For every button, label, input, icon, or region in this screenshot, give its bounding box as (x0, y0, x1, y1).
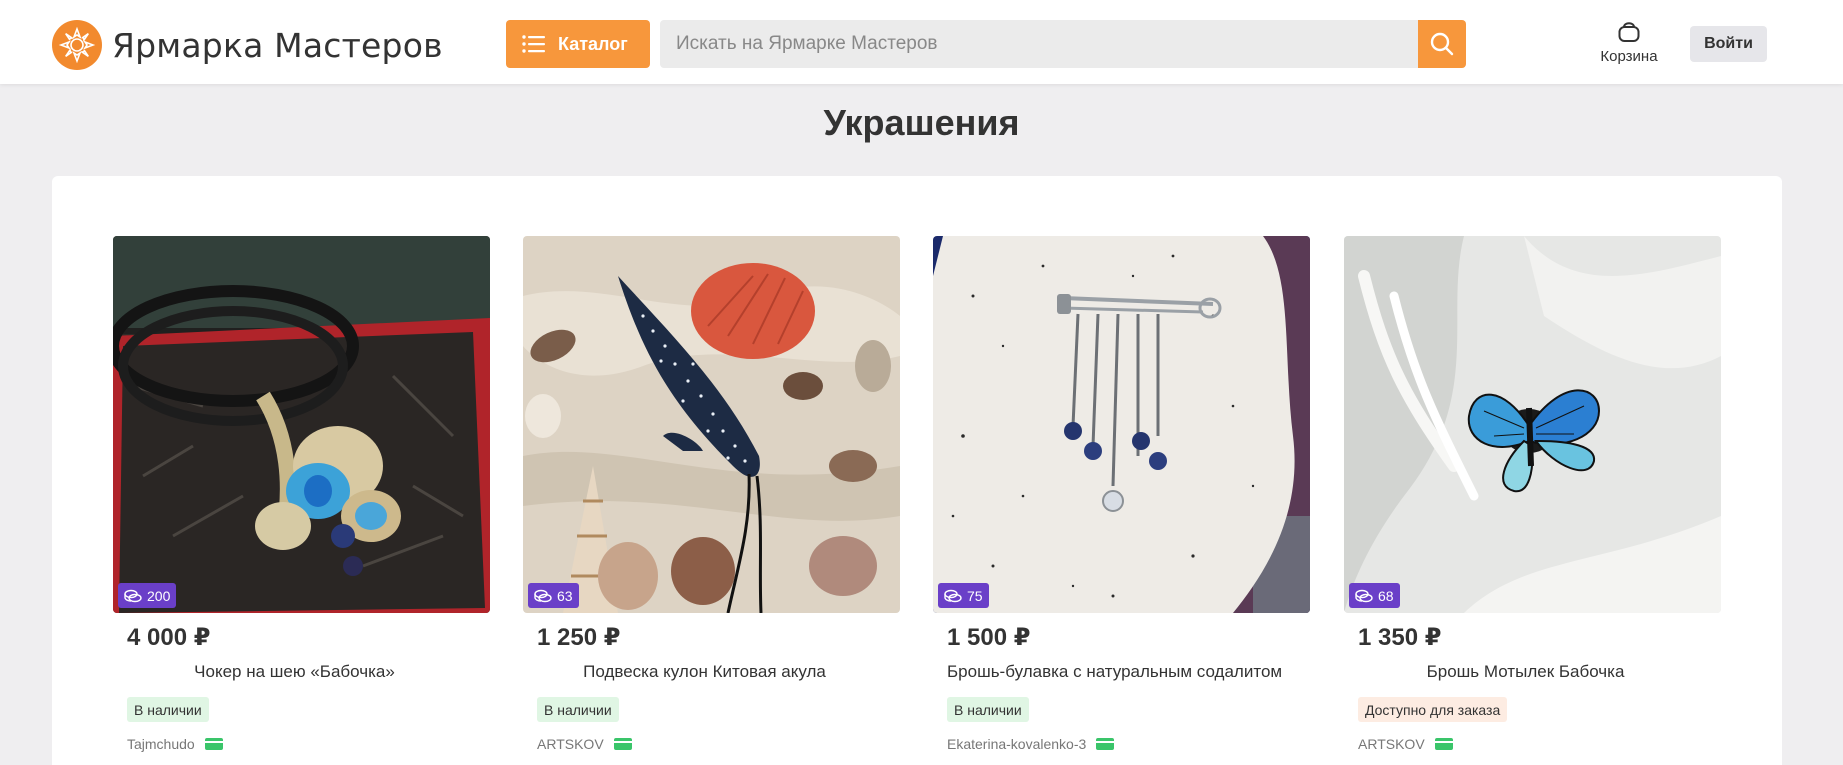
status-badge: В наличии (947, 697, 1029, 722)
product-title[interactable]: Чокер на шею «Бабочка» (127, 662, 462, 682)
coins-count: 63 (557, 587, 573, 604)
cart-label: Корзина (1600, 48, 1658, 65)
product-card[interactable]: 63 1 250 ₽ Подвеска кулон Китовая акула … (523, 236, 900, 752)
coins-count: 68 (1378, 587, 1394, 604)
seller-name[interactable]: ARTSKOV (537, 736, 604, 752)
sun-logo-icon (52, 20, 102, 70)
product-card[interactable]: 200 4 000 ₽ Чокер на шею «Бабочка» В нал… (113, 236, 490, 752)
card-icon (613, 738, 632, 750)
logo-text: Ярмарка Мастеров (112, 25, 443, 65)
coins-count: 75 (967, 587, 983, 604)
seller[interactable]: ARTSKOV (1358, 736, 1453, 752)
coins-badge: 68 (1349, 583, 1400, 608)
header: Ярмарка Мастеров Каталог Корзина Войти (0, 0, 1843, 84)
coins-icon (944, 589, 962, 602)
seller-name[interactable]: Tajmchudo (127, 736, 195, 752)
seller-name[interactable]: Ekaterina-kovalenko-3 (947, 736, 1086, 752)
product-price: 1 350 ₽ (1358, 624, 1442, 651)
basket-icon (1618, 22, 1640, 42)
status-badge: В наличии (537, 697, 619, 722)
cart-button[interactable]: Корзина (1592, 18, 1666, 65)
seller-name[interactable]: ARTSKOV (1358, 736, 1425, 752)
search-input[interactable] (660, 20, 1418, 68)
search-icon (1430, 32, 1454, 56)
product-image[interactable]: 68 (1344, 236, 1721, 613)
menu-list-icon (522, 35, 545, 53)
coins-badge: 63 (528, 583, 579, 608)
product-title[interactable]: Подвеска кулон Китовая акула (537, 662, 872, 682)
page-title: Украшения (823, 102, 1020, 143)
card-icon (1434, 738, 1453, 750)
catalog-button[interactable]: Каталог (506, 20, 650, 68)
coins-icon (124, 589, 142, 602)
seller[interactable]: Tajmchudo (127, 736, 223, 752)
product-card[interactable]: 68 1 350 ₽ Брошь Мотылек Бабочка Доступн… (1344, 236, 1721, 752)
product-card[interactable]: 75 1 500 ₽ Брошь-булавка с натуральным с… (933, 236, 1310, 752)
coins-badge: 200 (118, 583, 177, 608)
coins-icon (1355, 589, 1373, 602)
status-badge: В наличии (127, 697, 209, 722)
catalog-label: Каталог (558, 33, 628, 54)
search-button[interactable] (1418, 20, 1466, 68)
logo[interactable]: Ярмарка Мастеров (52, 20, 443, 70)
seller[interactable]: ARTSKOV (537, 736, 632, 752)
coins-count: 200 (147, 587, 171, 604)
product-title[interactable]: Брошь Мотылек Бабочка (1358, 662, 1693, 682)
product-price: 1 250 ₽ (537, 624, 621, 651)
card-icon (1096, 738, 1115, 750)
coins-icon (534, 589, 552, 602)
product-image[interactable]: 200 (113, 236, 490, 613)
seller[interactable]: Ekaterina-kovalenko-3 (947, 736, 1115, 752)
login-button[interactable]: Войти (1690, 26, 1767, 62)
product-price: 1 500 ₽ (947, 624, 1031, 651)
status-badge: Доступно для заказа (1358, 697, 1508, 722)
product-price: 4 000 ₽ (127, 624, 211, 651)
product-image[interactable]: 63 (523, 236, 900, 613)
product-image[interactable]: 75 (933, 236, 1310, 613)
product-title[interactable]: Брошь-булавка с натуральным содалитом (947, 662, 1282, 682)
card-icon (204, 738, 223, 750)
search-bar (660, 20, 1466, 68)
coins-badge: 75 (938, 583, 989, 608)
